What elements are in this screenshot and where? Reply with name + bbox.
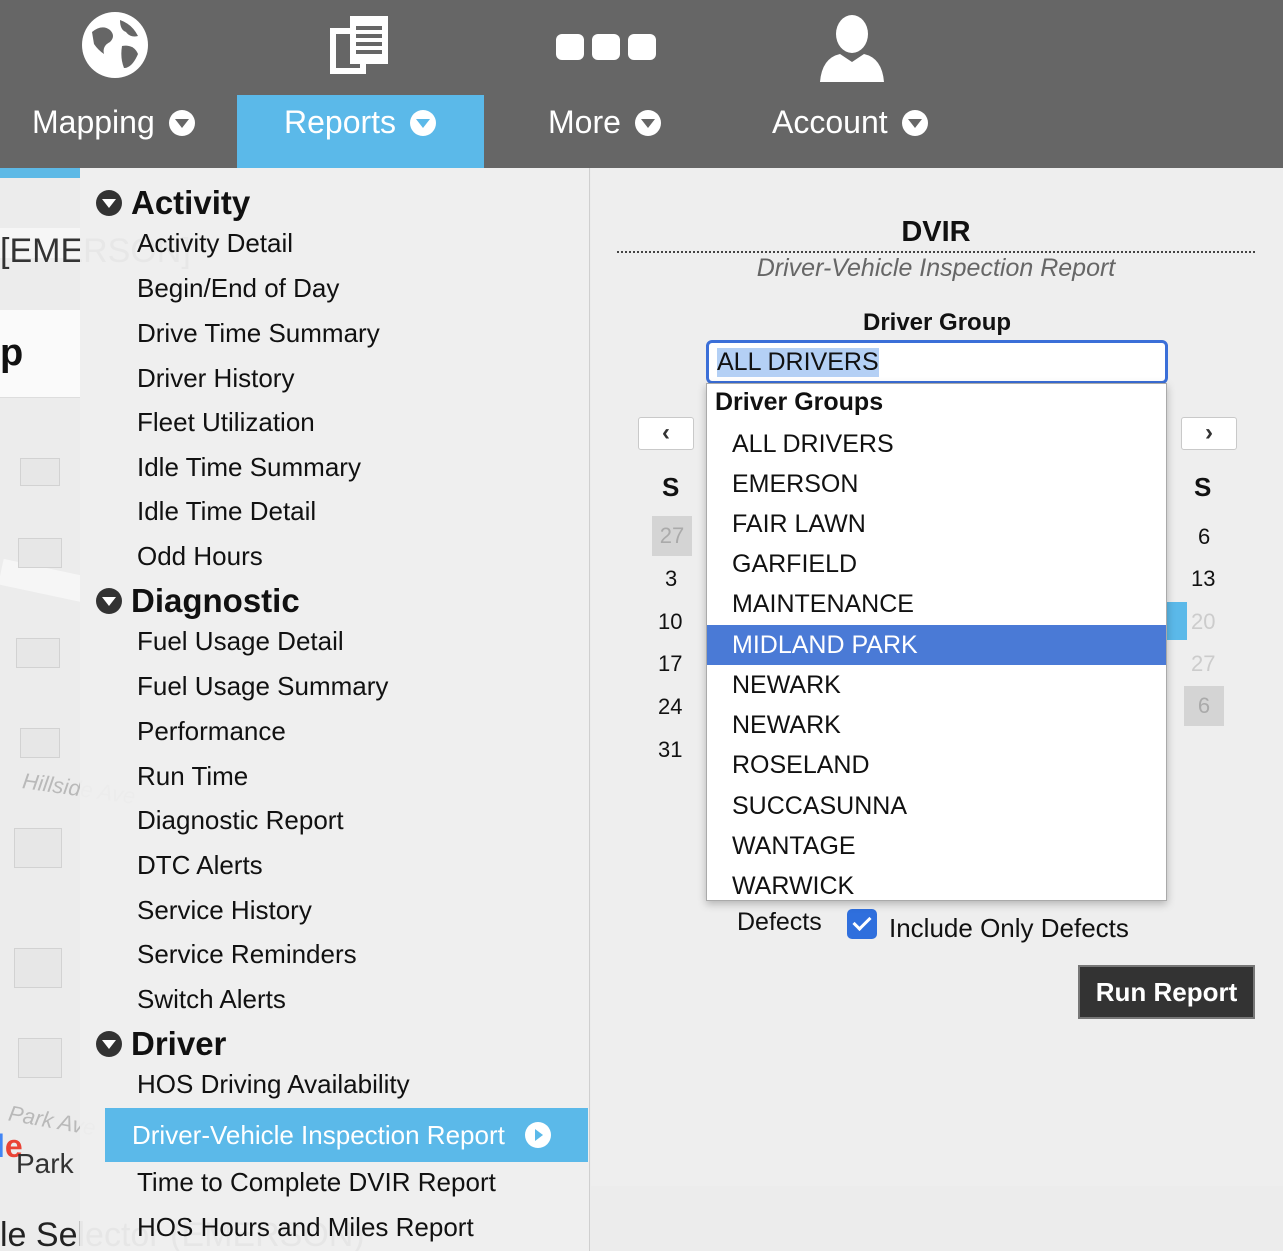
- menu-item-diagnostic-report[interactable]: Diagnostic Report: [137, 805, 344, 836]
- nav-account-label: Account: [772, 104, 928, 141]
- dropdown-option[interactable]: SUCCASUNNA: [707, 786, 1166, 826]
- map-building: [18, 538, 62, 568]
- collapse-icon: [96, 1031, 122, 1057]
- map-building: [14, 948, 62, 988]
- map-building: [14, 828, 62, 868]
- menu-item-fuel-usage-summary[interactable]: Fuel Usage Summary: [137, 671, 388, 702]
- nav-mapping[interactable]: Mapping: [0, 0, 237, 168]
- chevron-down-icon: [634, 109, 661, 136]
- menu-item-idle-time-detail[interactable]: Idle Time Detail: [137, 496, 316, 527]
- calendar-day-selected-fragment: [1167, 602, 1187, 640]
- nav-more[interactable]: More: [484, 0, 714, 168]
- menu-section-activity[interactable]: Activity: [96, 184, 250, 222]
- calendar-day[interactable]: 27: [1191, 651, 1215, 677]
- user-icon: [820, 15, 884, 82]
- defects-label: Defects: [737, 908, 822, 936]
- dropdown-option[interactable]: ALL DRIVERS: [707, 424, 1166, 464]
- calendar-day[interactable]: 6: [1198, 524, 1210, 550]
- include-only-defects-checkbox[interactable]: [847, 909, 877, 939]
- calendar-day-header: S: [1194, 472, 1212, 502]
- menu-item-odd-hours[interactable]: Odd Hours: [137, 541, 263, 572]
- menu-section-diagnostic[interactable]: Diagnostic: [96, 582, 300, 620]
- calendar-day[interactable]: 20: [1191, 609, 1215, 635]
- map-toolbar-fragment[interactable]: p: [0, 310, 80, 398]
- driver-group-label: Driver Group: [862, 309, 1012, 336]
- run-report-button[interactable]: Run Report: [1078, 965, 1255, 1019]
- globe-icon: [82, 12, 148, 78]
- nav-more-label: More: [548, 104, 661, 141]
- menu-item-fleet-utilization[interactable]: Fleet Utilization: [137, 407, 315, 438]
- menu-item-run-time[interactable]: Run Time: [137, 761, 248, 792]
- dropdown-option[interactable]: WARWICK: [707, 866, 1166, 900]
- menu-item-hos-hours-miles[interactable]: HOS Hours and Miles Report: [137, 1212, 474, 1243]
- nav-account[interactable]: Account: [714, 0, 1014, 168]
- reports-menu: Activity Activity Detail Begin/End of Da…: [80, 168, 590, 1251]
- dropdown-option[interactable]: NEWARK: [707, 665, 1166, 705]
- calendar-day[interactable]: 13: [1191, 566, 1215, 592]
- calendar-day-header: S: [662, 472, 680, 502]
- driver-group-dropdown: Driver Groups ALL DRIVERS EMERSON FAIR L…: [706, 383, 1167, 901]
- calendar-day[interactable]: 17: [658, 651, 682, 677]
- calendar-prev-button[interactable]: ‹: [638, 417, 694, 450]
- menu-item-switch-alerts[interactable]: Switch Alerts: [137, 984, 286, 1015]
- dropdown-option-highlighted[interactable]: MIDLAND PARK: [707, 625, 1166, 665]
- menu-item-service-reminders[interactable]: Service Reminders: [137, 939, 357, 970]
- calendar-day[interactable]: 6: [1184, 686, 1224, 726]
- nav-reports[interactable]: Reports: [237, 95, 484, 168]
- menu-item-idle-time-summary[interactable]: Idle Time Summary: [137, 452, 361, 483]
- dropdown-option[interactable]: MAINTENANCE: [707, 584, 1166, 624]
- menu-item-dtc-alerts[interactable]: DTC Alerts: [137, 850, 263, 881]
- menu-item-drive-time-summary[interactable]: Drive Time Summary: [137, 318, 380, 349]
- top-navigation: Mapping Reports More Account: [0, 0, 1283, 168]
- dropdown-option[interactable]: GARFIELD: [707, 544, 1166, 584]
- dropdown-option[interactable]: WANTAGE: [707, 826, 1166, 866]
- calendar-next-button[interactable]: ›: [1181, 417, 1237, 450]
- calendar-day[interactable]: 31: [658, 737, 682, 763]
- dropdown-group-label: Driver Groups: [715, 388, 884, 416]
- arrow-right-icon: [524, 1122, 551, 1148]
- calendar-day[interactable]: 3: [665, 566, 677, 592]
- include-only-defects-label[interactable]: Include Only Defects: [889, 913, 1129, 944]
- menu-item-service-history[interactable]: Service History: [137, 895, 312, 926]
- driver-group-select-value: ALL DRIVERS: [717, 347, 879, 377]
- documents-icon: [330, 16, 388, 74]
- map-button-fragment: p: [0, 332, 24, 374]
- calendar-day[interactable]: 27: [652, 516, 692, 556]
- panel-subtitle: Driver-Vehicle Inspection Report: [756, 254, 1116, 282]
- map-building: [18, 1038, 62, 1078]
- dropdown-option[interactable]: ROSELAND: [707, 745, 1166, 785]
- map-building: [20, 728, 60, 758]
- menu-item-driver-history[interactable]: Driver History: [137, 363, 294, 394]
- menu-item-time-to-complete-dvir[interactable]: Time to Complete DVIR Report: [137, 1167, 496, 1198]
- menu-item-performance[interactable]: Performance: [137, 716, 286, 747]
- map-building: [20, 458, 60, 486]
- calendar-day[interactable]: 24: [658, 694, 682, 720]
- menu-section-driver[interactable]: Driver: [96, 1025, 226, 1063]
- driver-group-select[interactable]: ALL DRIVERS: [706, 340, 1168, 384]
- menu-item-hos-driving-availability[interactable]: HOS Driving Availability: [137, 1069, 410, 1100]
- chevron-down-icon: [901, 109, 928, 136]
- map-top-accent: [0, 168, 80, 178]
- calendar-day[interactable]: 10: [658, 609, 682, 635]
- nav-reports-label: Reports: [284, 104, 437, 141]
- collapse-icon: [96, 190, 122, 216]
- nav-mapping-label: Mapping: [32, 104, 195, 141]
- chevron-down-icon: [410, 109, 437, 136]
- chevron-down-icon: [168, 109, 195, 136]
- dropdown-option[interactable]: FAIR LAWN: [707, 504, 1166, 544]
- dropdown-option[interactable]: EMERSON: [707, 464, 1166, 504]
- dropdown-option[interactable]: NEWARK: [707, 705, 1166, 745]
- menu-item-dvir[interactable]: Driver-Vehicle Inspection Report: [105, 1108, 588, 1162]
- more-dots-icon: [556, 34, 656, 60]
- menu-item-begin-end-of-day[interactable]: Begin/End of Day: [137, 273, 339, 304]
- menu-item-activity-detail[interactable]: Activity Detail: [137, 228, 293, 259]
- panel-title: DVIR: [617, 216, 1255, 253]
- collapse-icon: [96, 588, 122, 614]
- menu-item-fuel-usage-detail[interactable]: Fuel Usage Detail: [137, 626, 344, 657]
- map-building: [16, 638, 60, 668]
- google-logo: le Park: [0, 1128, 74, 1179]
